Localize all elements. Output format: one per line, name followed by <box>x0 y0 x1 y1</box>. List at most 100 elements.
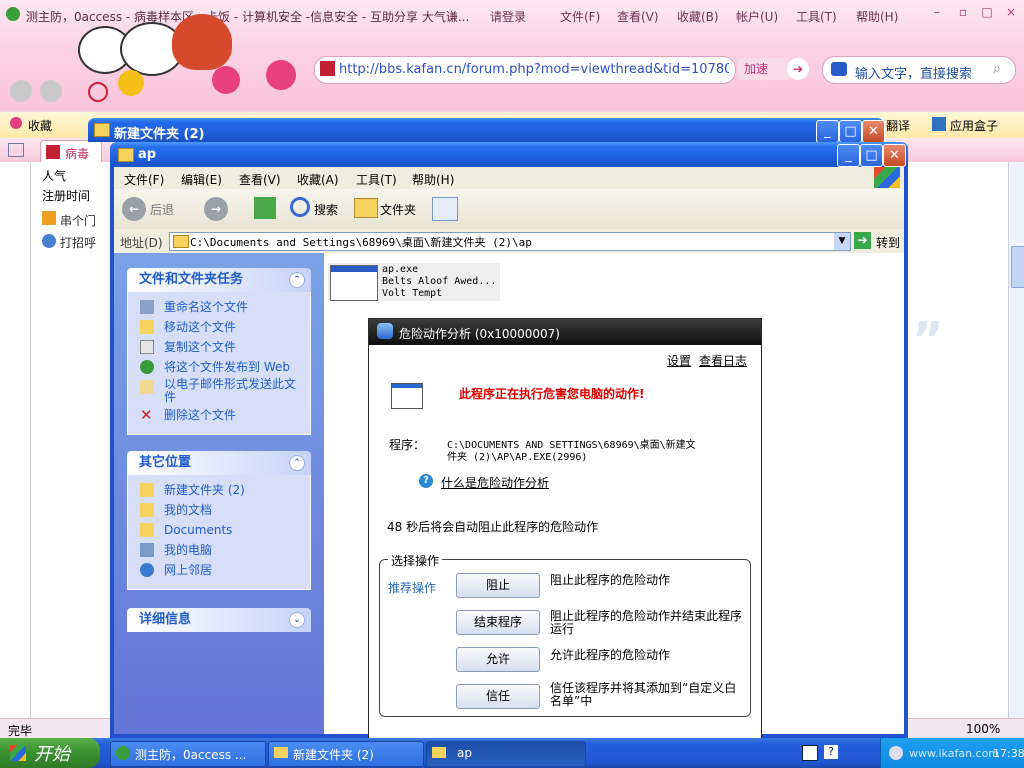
go-arrow-icon[interactable]: ➔ <box>787 58 809 80</box>
menu-edit[interactable]: 编辑(E) <box>181 171 222 188</box>
page-scrollbar[interactable] <box>1008 162 1024 718</box>
search-button-label[interactable]: 搜索 <box>314 201 338 218</box>
browser-close-button[interactable]: × <box>1002 4 1020 20</box>
views-icon[interactable] <box>432 197 458 221</box>
address-bar: 地址(D) C:\Documents and Settings\68969\桌面… <box>114 229 904 254</box>
allow-button[interactable]: 允许 <box>456 647 540 672</box>
maximize-button[interactable]: □ <box>860 144 883 167</box>
back-close-button[interactable]: ✕ <box>862 120 885 143</box>
task-copy[interactable]: 复制这个文件 <box>128 338 310 358</box>
back-minimize-button[interactable]: _ <box>816 120 839 143</box>
start-button[interactable]: 开始 <box>0 738 100 768</box>
browser-minimize-button[interactable]: – <box>928 4 946 20</box>
other-places-header[interactable]: 其它位置 ⌃ <box>127 451 311 475</box>
window-ap-titlebar[interactable]: ap _ □ ✕ <box>110 142 908 167</box>
task-new-folder[interactable]: 新建文件夹 (2) <box>268 741 424 767</box>
browser-maximize-button[interactable]: □ <box>978 4 996 20</box>
zoom-level[interactable]: 100% <box>966 722 1000 736</box>
place-my-computer[interactable]: 我的电脑 <box>128 541 310 561</box>
task-rename[interactable]: 重命名这个文件 <box>128 298 310 318</box>
refresh-icon[interactable] <box>118 70 144 96</box>
collapse-icon[interactable]: ⌃ <box>289 455 305 471</box>
tray-network-icon[interactable] <box>889 746 903 760</box>
file-tasks-header[interactable]: 文件和文件夹任务 ⌃ <box>127 268 311 292</box>
tab-forum[interactable]: 病毒 <box>40 140 102 164</box>
quicklaunch-icon[interactable] <box>802 745 818 761</box>
search-engine-icon <box>831 62 847 76</box>
translate-button[interactable]: 翻译 <box>886 117 910 134</box>
browser-title: 测主防，0access - 病毒样本区 - 卡饭 - 计算机安全 -信息安全 -… <box>26 10 470 24</box>
task-publish-web[interactable]: 将这个文件发布到 Web <box>128 358 310 378</box>
forward-icon[interactable]: → <box>204 197 228 221</box>
block-button[interactable]: 阻止 <box>456 573 540 598</box>
help-tray-icon[interactable]: ? <box>824 745 838 759</box>
back-button-label[interactable]: 后退 <box>150 201 174 218</box>
back-maximize-button[interactable]: □ <box>839 120 862 143</box>
task-move[interactable]: 移动这个文件 <box>128 318 310 338</box>
task-delete[interactable]: ✕ 删除这个文件 <box>128 406 310 426</box>
settings-link[interactable]: 设置 <box>667 352 691 369</box>
magnifier-icon[interactable]: ⌕ <box>993 61 1001 77</box>
other-places-panel: 其它位置 ⌃ 新建文件夹 (2) 我的文档 Documents 我的电脑 网上邻居 <box>127 451 311 590</box>
file-tasks-title: 文件和文件夹任务 <box>139 272 244 287</box>
recommend-label: 推荐操作 <box>388 581 437 595</box>
what-is-link[interactable]: 什么是危险动作分析 <box>441 474 549 491</box>
visit-link[interactable]: 串个门 <box>60 212 96 229</box>
file-item-ap[interactable]: ap.exe Belts Aloof Awed... Volt Tempt <box>328 263 500 301</box>
window-new-folder-titlebar[interactable]: 新建文件夹 (2) _ □ ✕ <box>88 118 885 143</box>
collapse-icon[interactable]: ⌃ <box>289 272 305 288</box>
go-button[interactable]: 转到 <box>876 234 900 251</box>
menu-tools[interactable]: 工具(T) <box>796 8 837 25</box>
accelerate-button[interactable]: 加速 <box>738 58 790 80</box>
favorites-button[interactable]: 收藏 <box>28 117 52 134</box>
menu-tools[interactable]: 工具(T) <box>356 171 397 188</box>
menu-file[interactable]: 文件(F) <box>124 171 164 188</box>
site-favicon-icon <box>320 61 335 76</box>
menu-file[interactable]: 文件(F) <box>560 8 600 25</box>
search-icon[interactable] <box>290 197 310 217</box>
details-header[interactable]: 详细信息 ⌄ <box>127 608 311 632</box>
dialog-titlebar[interactable]: 危险动作分析 (0x10000007) <box>369 319 761 345</box>
place-network[interactable]: 网上邻居 <box>128 561 310 581</box>
menu-help[interactable]: 帮助(H) <box>412 171 454 188</box>
menu-login[interactable]: 请登录 <box>490 8 526 25</box>
trust-button[interactable]: 信任 <box>456 684 540 709</box>
stop-icon[interactable] <box>88 82 108 102</box>
scrollbar-thumb[interactable] <box>1011 246 1024 288</box>
expand-icon[interactable]: ⌄ <box>289 612 305 628</box>
close-button[interactable]: ✕ <box>883 144 906 167</box>
watermark: www.ikafan.com <box>909 747 1000 760</box>
go-icon[interactable]: ➔ <box>854 232 871 249</box>
terminate-button[interactable]: 结束程序 <box>456 610 540 635</box>
task-ap[interactable]: ap <box>426 741 586 767</box>
folders-button-label[interactable]: 文件夹 <box>380 201 416 218</box>
address-dropdown-icon[interactable]: ▼ <box>834 233 850 250</box>
back-arrow-icon[interactable] <box>10 80 32 102</box>
menu-favorites[interactable]: 收藏(B) <box>677 8 719 25</box>
address-input[interactable]: C:\Documents and Settings\68969\桌面\新建文件夹… <box>169 232 851 251</box>
place-new-folder[interactable]: 新建文件夹 (2) <box>128 481 310 501</box>
browser-restore-button[interactable]: ▫ <box>954 4 972 20</box>
greet-link[interactable]: 打招呼 <box>60 234 96 251</box>
menu-help[interactable]: 帮助(H) <box>856 8 898 25</box>
tab-list-icon[interactable] <box>8 143 24 157</box>
up-folder-icon[interactable] <box>254 197 276 219</box>
home-icon[interactable] <box>212 66 240 94</box>
minimize-button[interactable]: _ <box>837 144 860 167</box>
url-input[interactable]: http://bbs.kafan.cn/forum.php?mod=viewth… <box>314 56 736 84</box>
paw-icon[interactable] <box>266 60 296 90</box>
menu-account[interactable]: 帐户(U) <box>736 8 778 25</box>
app-box-button[interactable]: 应用盒子 <box>950 117 998 134</box>
folders-icon[interactable] <box>354 198 378 218</box>
place-documents[interactable]: Documents <box>128 521 310 541</box>
menu-view[interactable]: 查看(V) <box>239 171 281 188</box>
back-icon[interactable]: ← <box>122 197 146 221</box>
menu-view[interactable]: 查看(V) <box>617 8 659 25</box>
view-log-link[interactable]: 查看日志 <box>699 352 747 369</box>
menu-favorites[interactable]: 收藏(A) <box>297 171 339 188</box>
forward-arrow-icon[interactable] <box>40 80 62 102</box>
task-browser[interactable]: 测主防，0access ... <box>110 741 266 767</box>
place-my-documents[interactable]: 我的文档 <box>128 501 310 521</box>
task-email[interactable]: 以电子邮件形式发送此文件 <box>128 378 310 406</box>
search-input[interactable]: 输入文字，直接搜索 ⌕ <box>822 56 1016 84</box>
